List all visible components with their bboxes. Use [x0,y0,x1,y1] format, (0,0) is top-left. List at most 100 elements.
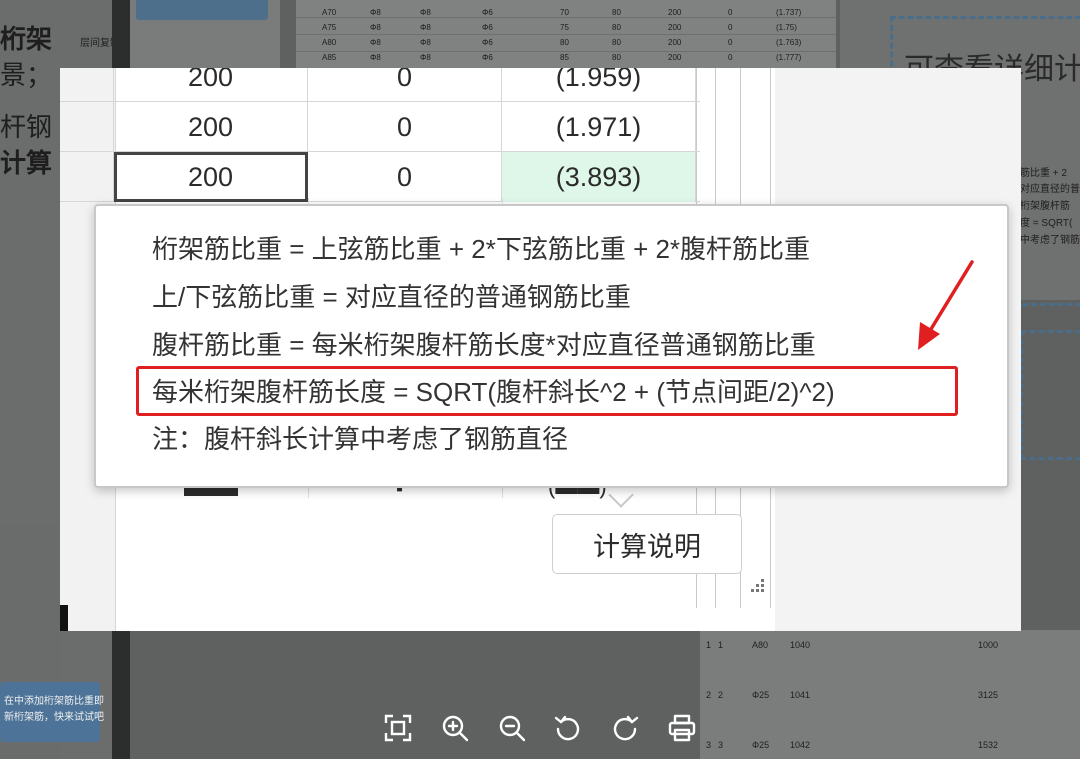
background-sheet-line [296,51,836,52]
zoom-out-icon [499,715,525,742]
table-cell[interactable]: (1.959) [502,68,696,102]
background-table-cell: Φ25 [752,690,770,700]
background-sheet-cell: 0 [728,8,733,17]
background-sheet-cell: 70 [560,8,569,17]
tooltip-line-note: 注：腹杆斜长计算中考虑了钢筋直径 [152,424,569,454]
background-sheet-cell: 200 [668,53,682,62]
table-row: 200 0 (1.959) [60,68,700,102]
table-row: 200 0 (3.893) [60,152,700,202]
selected-table-cell[interactable]: 200 [114,152,308,202]
background-heading-text: 桁架 [0,24,53,54]
background-table-cell: 1040 [790,640,811,650]
table-cell[interactable]: 0 [308,68,502,102]
zoom-in-button[interactable] [437,710,473,746]
background-dashed-frame [1020,330,1080,460]
background-sheet-line [296,17,836,18]
background-sheet-cell: Φ6 [482,53,493,62]
background-right-text: 对应直径的普 [1020,184,1080,195]
print-button[interactable] [664,710,700,746]
background-table-cell: A80 [752,640,769,650]
background-blue-button [136,0,268,20]
background-sheet-cell: Φ8 [370,23,381,32]
background-sheet-cell: (1.75) [776,23,797,32]
table-cell[interactable]: 200 [114,68,308,102]
fit-screen-icon [384,714,412,742]
background-table-cell: 1 [718,640,724,650]
background-heading-text: 计算 [0,148,53,178]
background-sheet-cell: 200 [668,38,682,47]
row-header-cell [60,68,114,102]
background-sheet-cell: A75 [322,23,337,32]
background-sheet-cell: Φ8 [370,8,381,17]
calculation-tooltip: 桁架筋比重 = 上弦筋比重 + 2*下弦筋比重 + 2*腹杆筋比重 上/下弦筋比… [94,204,1009,488]
table-row: 200 0 (1.971) [60,102,700,152]
background-table-cell: 3125 [978,690,999,700]
table-cell[interactable]: (1.971) [502,102,696,152]
fit-screen-button[interactable] [380,710,416,746]
background-sheet-cell: 200 [668,23,682,32]
zoom-out-button[interactable] [494,710,530,746]
background-sheet-cell: 0 [728,38,733,47]
background-table-cell: 1041 [790,690,811,700]
red-highlight-box [136,366,958,416]
background-text: 杆钢 [0,112,53,142]
row-header-cell [60,102,114,152]
background-sheet-line [296,34,836,35]
background-sheet-cell: A70 [322,8,337,17]
background-sheet-cell: 80 [612,23,621,32]
background-sheet-cell: 80 [612,38,621,47]
background-sheet-cell: Φ6 [482,8,493,17]
background-sheet-cell: 80 [612,8,621,17]
background-sheet-cell: Φ8 [370,38,381,47]
background-table-cell: 2 [718,690,724,700]
background-sheet-cell: 0 [728,53,733,62]
rotate-left-button[interactable] [550,710,586,746]
background-sheet-cell: (1.777) [776,53,802,62]
background-sheet-cell: Φ8 [420,23,431,32]
background-table-cell: 2 [706,690,712,700]
background-sheet-cell: Φ8 [420,38,431,47]
table-cell[interactable]: 200 [114,102,308,152]
background-sheet-cell: 75 [560,23,569,32]
tooltip-line-chord-weight: 上/下弦筋比重 = 对应直径的普通钢筋比重 [152,282,631,312]
resize-grip-icon[interactable] [746,576,766,596]
background-sheet-cell: Φ8 [420,8,431,17]
background-sheet-cell: Φ6 [482,23,493,32]
background-table-cell: 1042 [790,740,811,750]
rotate-right-icon [614,715,639,741]
background-right-text: 度 = SQRT( [1020,218,1073,229]
background-right-text: 桁架腹杆筋 [1020,201,1070,212]
highlighted-table-cell[interactable]: (3.893) [502,152,696,202]
background-sheet-cell: Φ6 [482,38,493,47]
table-cell[interactable]: 0 [308,152,502,202]
background-sheet-cell: Φ8 [370,53,381,62]
viewer-toolbar [380,706,700,750]
background-sheet-cell: 85 [560,53,569,62]
background-text: 景； [0,60,53,90]
background-table-cell: 1 [706,640,712,650]
background-sheet-cell: 80 [612,53,621,62]
rotate-right-button[interactable] [607,710,643,746]
background-tip-text: 在中添加桁架筋比重即 [4,696,104,707]
background-sheet-cell: (1.763) [776,38,802,47]
background-sheet-cell: 80 [560,38,569,47]
background-sheet-cell: 200 [668,8,682,17]
background-table-cell: 1000 [978,640,999,650]
background-sheet-cell: A80 [322,38,337,47]
background-table-cell: Φ25 [752,740,770,750]
background-table-cell: 3 [718,740,724,750]
background-table-cell: 1532 [978,740,999,750]
zoom-in-icon [442,715,468,742]
print-icon [668,714,696,742]
background-tip-text: 新桁架筋，快来试试吧 [4,712,104,723]
background-table-cell: 3 [706,740,712,750]
table-cell[interactable]: 0 [308,102,502,152]
background-sheet-cell: (1.737) [776,8,802,17]
row-header-cell [60,152,114,202]
calculation-explanation-button[interactable]: 计算说明 [552,514,742,574]
rotate-left-icon [555,715,580,741]
image-preview: 200 0 (1.959) 200 0 (1.971) 200 0 (3.893… [60,68,1021,631]
background-sheet-cell: A85 [322,53,337,62]
background-tip-bubble: 在中添加桁架筋比重即 新桁架筋，快来试试吧 [0,682,104,742]
background-sheet-cell: 0 [728,23,733,32]
